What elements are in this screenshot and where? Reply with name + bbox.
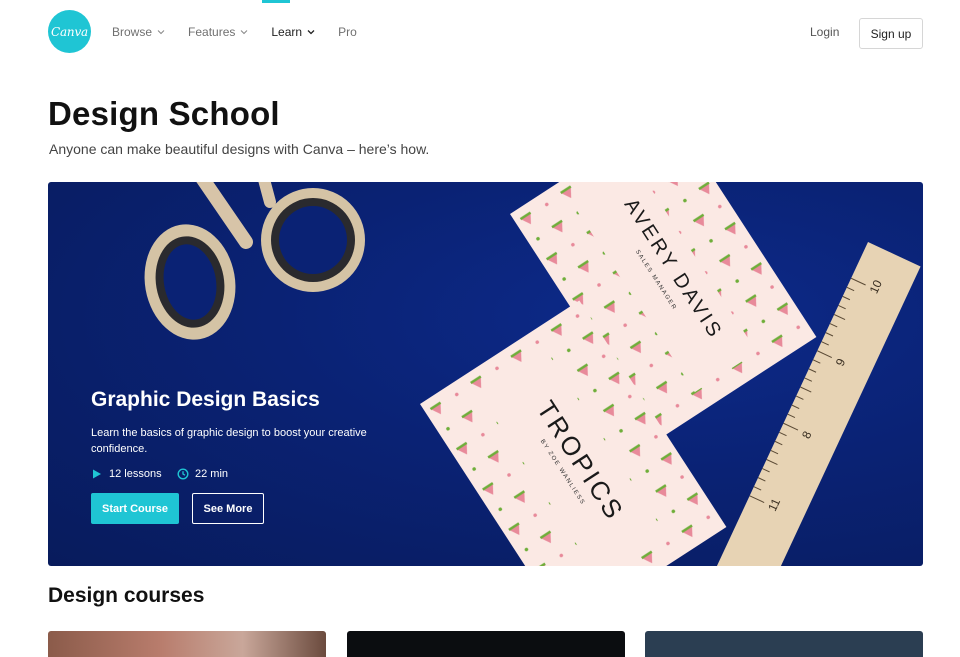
nav-learn[interactable]: Learn — [271, 24, 315, 40]
nav-pro-label: Pro — [338, 25, 357, 39]
course-card[interactable] — [645, 631, 923, 657]
signup-button[interactable]: Sign up — [859, 18, 923, 49]
chevron-down-icon — [157, 28, 165, 36]
site-header: Canva Browse Features Learn Pro Login Si… — [0, 0, 960, 66]
active-nav-indicator — [262, 0, 290, 3]
hero-illustration: AVERY DAVIS SALES MANAGER TROPICS BY ZOE… — [144, 182, 921, 566]
clock-icon — [177, 468, 189, 480]
lessons-count: 12 lessons — [91, 468, 162, 480]
nav-browse[interactable]: Browse — [112, 24, 165, 40]
main-nav: Browse Features Learn Pro — [112, 24, 380, 40]
design-courses-heading: Design courses — [48, 584, 205, 607]
nav-browse-label: Browse — [112, 25, 153, 39]
nav-learn-label: Learn — [271, 25, 303, 39]
canva-logo[interactable]: Canva — [48, 10, 91, 53]
nav-pro[interactable]: Pro — [338, 24, 357, 40]
lessons-text: 12 lessons — [109, 468, 162, 480]
course-title: Graphic Design Basics — [91, 388, 320, 411]
featured-course-hero[interactable]: AVERY DAVIS SALES MANAGER TROPICS BY ZOE… — [48, 182, 923, 566]
course-duration: 22 min — [177, 468, 228, 480]
logo-text: Canva — [51, 24, 88, 39]
start-course-button[interactable]: Start Course — [91, 493, 179, 524]
see-more-button[interactable]: See More — [192, 493, 264, 524]
course-card[interactable] — [48, 631, 326, 657]
nav-features[interactable]: Features — [188, 24, 248, 40]
nav-features-label: Features — [188, 25, 236, 39]
chevron-down-icon — [307, 28, 315, 36]
page-subtitle: Anyone can make beautiful designs with C… — [49, 141, 430, 157]
course-description: Learn the basics of graphic design to bo… — [91, 427, 367, 455]
scissors-icon — [144, 182, 365, 340]
page-title: Design School — [48, 95, 280, 132]
duration-text: 22 min — [195, 468, 229, 480]
course-card[interactable] — [347, 631, 625, 657]
chevron-down-icon — [240, 28, 248, 36]
play-icon — [91, 468, 103, 480]
login-link[interactable]: Login — [810, 25, 839, 39]
